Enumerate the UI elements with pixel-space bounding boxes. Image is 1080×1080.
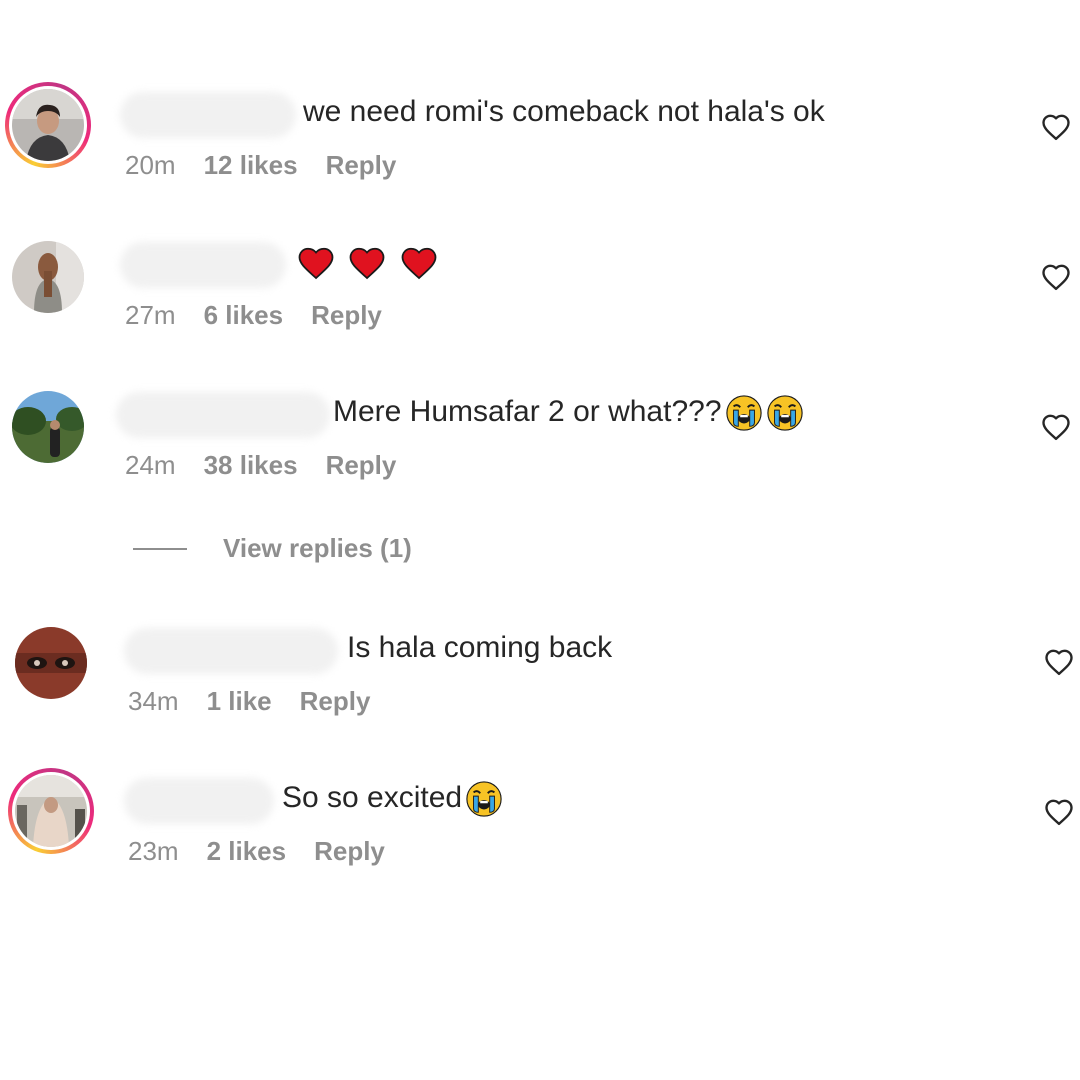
loudly-crying-emoji	[466, 781, 502, 817]
username-blurred[interactable]	[120, 242, 286, 288]
reply-button[interactable]: Reply	[326, 150, 397, 180]
comment-text-row: Mere Humsafar 2 or what???	[333, 392, 804, 432]
comment-item: So so excited 23m 2 likes Reply	[0, 768, 1080, 878]
comment-time: 24m	[125, 450, 176, 480]
comment-text: we need romi's comeback not hala's ok	[303, 95, 825, 128]
view-replies-line	[133, 547, 187, 550]
reply-button[interactable]: Reply	[314, 836, 385, 866]
loudly-crying-emoji	[766, 395, 803, 431]
avatar-story-ring[interactable]	[5, 82, 91, 168]
avatar[interactable]	[15, 627, 87, 699]
comment-time: 27m	[125, 300, 176, 330]
comment-text-row: So so excited	[282, 778, 503, 818]
comment-time: 20m	[125, 150, 176, 180]
reply-button[interactable]: Reply	[326, 450, 397, 480]
comment-item: Mere Humsafar 2 or what??? 24m 38 likes …	[0, 382, 1080, 492]
comment-likes[interactable]: 2 likes	[207, 836, 287, 866]
reply-button[interactable]: Reply	[300, 686, 371, 716]
comment-emojis	[298, 242, 444, 282]
comment-meta: 24m 38 likes Reply	[125, 450, 396, 480]
view-replies-button[interactable]: View replies (1)	[133, 533, 412, 564]
comment-meta: 23m 2 likes Reply	[128, 836, 385, 866]
comment-time: 34m	[128, 686, 179, 716]
comment-item: Is hala coming back 34m 1 like Reply	[0, 618, 1080, 728]
avatar[interactable]	[12, 89, 84, 161]
comment-item: we need romi's comeback not hala's ok 20…	[0, 82, 1080, 192]
heart-outline-icon[interactable]	[1044, 798, 1074, 826]
loudly-crying-emoji	[725, 395, 762, 431]
comment-text: Mere Humsafar 2 or what???	[333, 395, 722, 428]
red-heart-emoji	[401, 247, 437, 280]
username-blurred[interactable]	[124, 778, 274, 824]
username-blurred[interactable]	[124, 628, 338, 674]
avatar[interactable]	[15, 775, 87, 847]
comment-meta: 34m 1 like Reply	[128, 686, 370, 716]
comment-meta: 20m 12 likes Reply	[125, 150, 396, 180]
avatar-wrap[interactable]	[5, 384, 91, 470]
avatar-story-ring[interactable]	[8, 768, 94, 854]
avatar-wrap[interactable]	[8, 620, 94, 706]
comment-item: 27m 6 likes Reply	[0, 232, 1080, 342]
comment-likes[interactable]: 12 likes	[204, 150, 298, 180]
avatar[interactable]	[12, 391, 84, 463]
heart-outline-icon[interactable]	[1041, 263, 1071, 291]
avatar[interactable]	[12, 241, 84, 313]
comment-likes[interactable]: 38 likes	[204, 450, 298, 480]
comment-time: 23m	[128, 836, 179, 866]
comment-likes[interactable]: 6 likes	[204, 300, 284, 330]
reply-button[interactable]: Reply	[311, 300, 382, 330]
comment-likes[interactable]: 1 like	[207, 686, 272, 716]
red-heart-emoji	[349, 247, 385, 280]
heart-outline-icon[interactable]	[1041, 113, 1071, 141]
comment-text: So so excited	[282, 781, 463, 814]
heart-outline-icon[interactable]	[1041, 413, 1071, 441]
avatar-wrap[interactable]	[5, 234, 91, 320]
username-blurred[interactable]	[120, 92, 296, 138]
comment-meta: 27m 6 likes Reply	[125, 300, 382, 330]
view-replies-label: View replies (1)	[223, 533, 412, 563]
heart-outline-icon[interactable]	[1044, 648, 1074, 676]
red-heart-emoji	[298, 247, 334, 280]
comment-text: Is hala coming back	[347, 631, 613, 664]
username-blurred[interactable]	[116, 392, 330, 438]
